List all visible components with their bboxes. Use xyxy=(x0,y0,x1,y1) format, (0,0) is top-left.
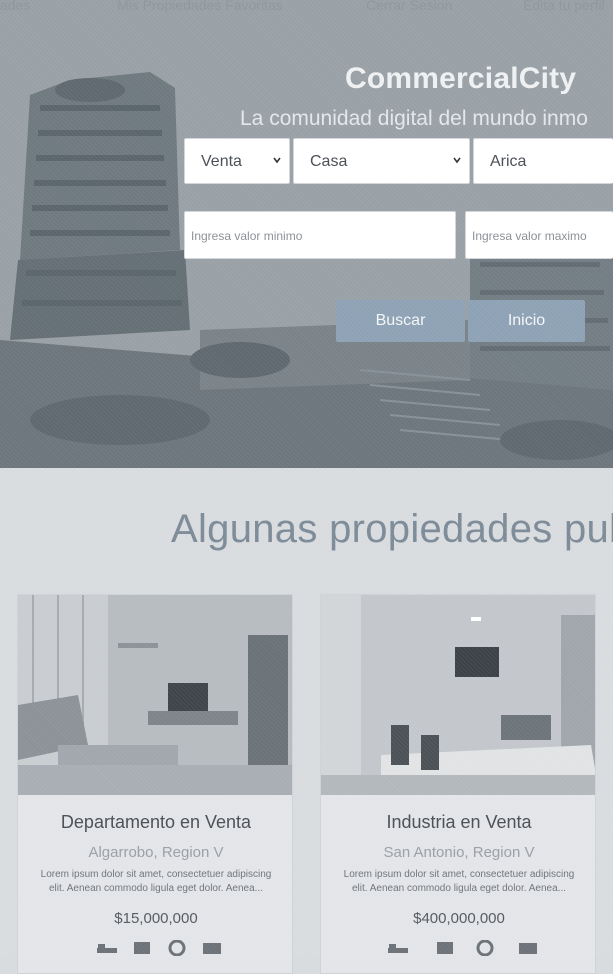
operation-select-value: Venta xyxy=(201,153,242,170)
search-button[interactable]: Buscar xyxy=(336,300,465,342)
property-location: Algarrobo, Region V xyxy=(88,844,224,861)
property-price: $15,000,000 xyxy=(114,910,198,927)
chevron-down-icon xyxy=(273,157,281,164)
bed-icon xyxy=(97,944,117,953)
area-icon xyxy=(203,943,221,954)
property-price: $400,000,000 xyxy=(413,910,505,927)
bath-icon xyxy=(134,942,150,954)
car-icon xyxy=(476,940,494,956)
max-price-input[interactable]: Ingresa valor maximo xyxy=(465,211,613,259)
chevron-down-icon xyxy=(453,157,461,164)
property-description: Lorem ipsum dolor sit amet, consectetuer… xyxy=(343,869,575,894)
property-photo xyxy=(18,595,292,795)
property-type-select[interactable]: Casa xyxy=(293,138,470,184)
nav-link-edit-profile[interactable]: Edita tu perfil xyxy=(523,0,605,13)
property-title: Industria en Venta xyxy=(386,812,532,832)
property-type-select-value: Casa xyxy=(310,153,348,170)
nav-link-logout[interactable]: Cerrar Sesion xyxy=(366,0,452,13)
hero-banner: ades Mis Propiedades Favoritas Cerrar Se… xyxy=(0,0,613,468)
operation-select[interactable]: Venta xyxy=(184,138,290,184)
city-select-value: Arica xyxy=(490,153,527,170)
property-description: Lorem ipsum dolor sit amet, consectetuer… xyxy=(40,869,272,894)
brand-title: CommercialCity xyxy=(345,62,577,95)
area-icon xyxy=(519,943,537,954)
property-card[interactable]: Departamento en Venta Algarrobo, Region … xyxy=(17,594,293,974)
amenity-icons xyxy=(18,940,292,960)
min-price-placeholder: Ingresa valor minimo xyxy=(191,229,303,243)
section-title: Algunas propiedades pub xyxy=(171,507,613,551)
bed-icon xyxy=(388,944,408,953)
bath-icon xyxy=(437,942,453,954)
property-location: San Antonio, Region V xyxy=(383,844,535,861)
min-price-input[interactable]: Ingresa valor minimo xyxy=(184,211,456,259)
city-select[interactable]: Arica xyxy=(473,138,613,184)
hero-tagline: La comunidad digital del mundo inmo xyxy=(240,107,588,130)
max-price-placeholder: Ingresa valor maximo xyxy=(472,229,587,243)
property-photo xyxy=(321,595,595,795)
property-card[interactable]: Industria en Venta San Antonio, Region V… xyxy=(320,594,596,974)
property-title: Departamento en Venta xyxy=(60,812,252,832)
nav-link-properties[interactable]: ades xyxy=(0,0,30,13)
nav-link-favorite-properties[interactable]: Mis Propiedades Favoritas xyxy=(117,0,283,13)
home-button[interactable]: Inicio xyxy=(468,300,585,342)
top-navigation: ades Mis Propiedades Favoritas Cerrar Se… xyxy=(0,0,613,16)
amenity-icons xyxy=(321,940,595,960)
car-icon xyxy=(168,940,186,956)
